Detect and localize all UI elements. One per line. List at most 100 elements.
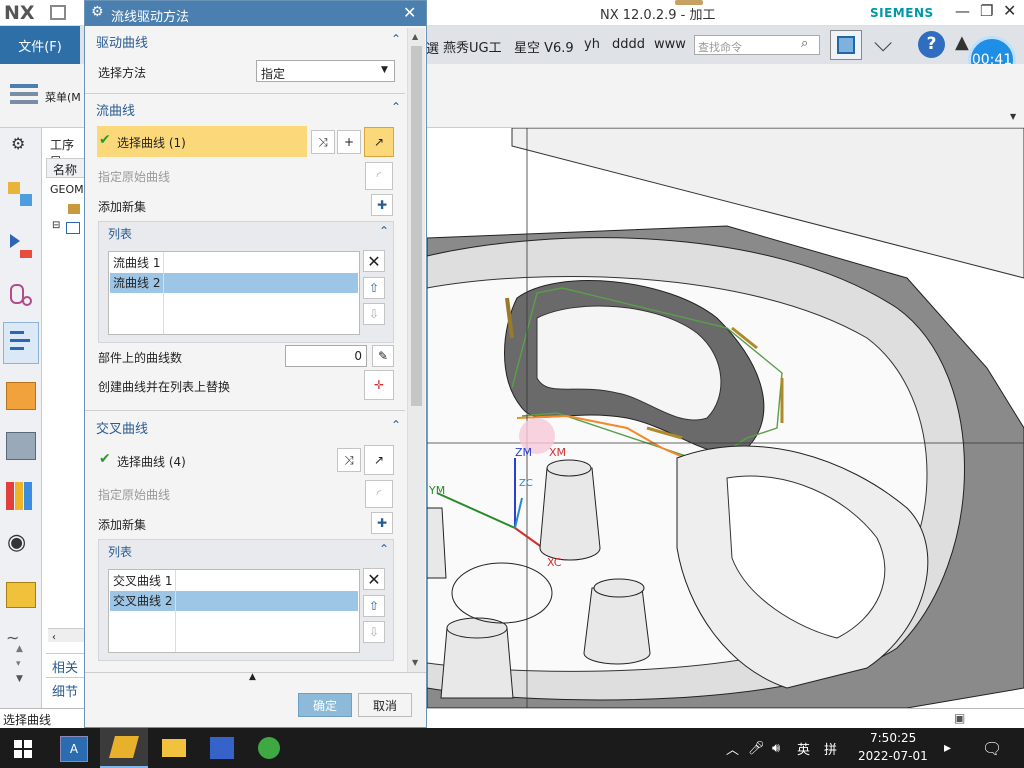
delete-icon[interactable]: ✕ bbox=[363, 568, 385, 590]
highlight-pen-icon[interactable]: ✎ bbox=[372, 345, 394, 367]
machine-tool-icon[interactable] bbox=[8, 232, 34, 258]
display-mode-icon[interactable] bbox=[830, 30, 862, 60]
section-drive-curve[interactable]: 驱动曲线 ⌃ bbox=[85, 29, 407, 53]
taskbar-nx-app-active[interactable] bbox=[100, 728, 148, 768]
origin-curve-icon[interactable]: ◜ bbox=[365, 480, 393, 508]
minimize-icon[interactable]: — bbox=[955, 2, 970, 20]
move-down-icon[interactable]: ⇩ bbox=[363, 621, 385, 643]
column-header-name[interactable]: 名称 bbox=[46, 158, 86, 178]
dialog-more-toggle[interactable]: ▲ bbox=[85, 672, 426, 684]
flow-list-item-selected[interactable]: 流曲线 2 bbox=[110, 273, 358, 293]
clock-time[interactable]: 7:50:25 bbox=[870, 731, 916, 745]
command-search-input[interactable]: 查找命令 ⌕ bbox=[694, 35, 820, 55]
folder-icon[interactable] bbox=[68, 204, 80, 214]
expand-more-icon[interactable]: ▲ bbox=[249, 672, 256, 682]
machine-library-icon[interactable] bbox=[6, 432, 36, 460]
quick-item-yanxiu[interactable]: 燕秀UG工 bbox=[443, 37, 502, 56]
cross-curve-list[interactable]: 交叉曲线 1 交叉曲线 2 bbox=[108, 569, 360, 653]
dropdown-arrow-icon[interactable]: ▼ bbox=[381, 65, 388, 75]
reverse-direction-icon[interactable]: ⤨ bbox=[311, 130, 335, 154]
program-order-icon[interactable] bbox=[8, 182, 34, 208]
cancel-button[interactable]: 取消 bbox=[358, 693, 412, 717]
ime-mode[interactable]: 拼 bbox=[824, 728, 837, 768]
curve-select-icon[interactable]: ↗ bbox=[364, 445, 394, 475]
browser-icon[interactable] bbox=[258, 737, 280, 759]
scroll-left-icon[interactable]: ‹ bbox=[48, 632, 56, 643]
menu-icon[interactable] bbox=[10, 84, 38, 106]
cross-list-item[interactable]: 交叉曲线 1 bbox=[110, 571, 358, 591]
flow-list-item[interactable]: 流曲线 1 bbox=[110, 253, 358, 273]
file-menu-button[interactable]: 文件(F) bbox=[0, 26, 80, 64]
scroll-down-arrow-icon[interactable]: ▼ bbox=[412, 658, 418, 667]
quick-item-dddd[interactable]: dddd bbox=[612, 37, 645, 52]
tray-expand-icon[interactable]: ︿ bbox=[726, 728, 739, 768]
section-cross-curves[interactable]: 交叉曲线 ⌃ bbox=[85, 415, 407, 439]
taskbar-app-icon-2[interactable] bbox=[210, 737, 234, 759]
scroll-mid-icon[interactable]: ▾ bbox=[16, 659, 21, 669]
view-fit-icon[interactable]: ▣ bbox=[954, 711, 965, 725]
flow-curve-select-row[interactable]: ✔ 选择曲线 (1) bbox=[97, 126, 307, 157]
curve-select-icon[interactable]: ↗ bbox=[364, 127, 394, 157]
eye-icon[interactable]: ◉ bbox=[7, 530, 26, 555]
reverse-direction-icon[interactable]: ⤨ bbox=[337, 448, 361, 472]
collapse-icon[interactable]: ⌃ bbox=[391, 32, 401, 46]
move-down-icon[interactable]: ⇩ bbox=[363, 303, 385, 325]
volume-icon[interactable]: 🔊︎ bbox=[772, 728, 780, 768]
horizontal-scrollbar[interactable]: ‹ bbox=[48, 628, 86, 643]
microphone-icon[interactable]: 🎤︎ bbox=[748, 728, 765, 768]
collapse-icon[interactable]: ⌃ bbox=[379, 224, 389, 238]
notification-icon[interactable]: 🗨︎ bbox=[982, 728, 1002, 768]
show-desktop-icon[interactable]: ▸ bbox=[944, 728, 951, 768]
mcs-node-icon[interactable] bbox=[66, 222, 80, 234]
quick-item-yh[interactable]: yh bbox=[584, 37, 600, 52]
collapse-icon[interactable]: ⌃ bbox=[379, 542, 389, 556]
add-set-icon[interactable]: ✚ bbox=[371, 194, 393, 216]
scroll-down-icon[interactable]: ▼ bbox=[16, 674, 23, 684]
graduation-cap-icon[interactable]: ▲ bbox=[955, 32, 969, 53]
search-icon[interactable]: ⌕ bbox=[801, 36, 808, 51]
ribbon-tab-fragment[interactable]: 選 bbox=[426, 38, 439, 57]
books-icon[interactable] bbox=[6, 482, 36, 510]
navigator-root-node[interactable]: GEOM bbox=[50, 183, 84, 196]
settings-gear-icon[interactable]: ⚙ bbox=[91, 4, 104, 20]
layers-icon[interactable] bbox=[6, 582, 36, 608]
dialog-close-icon[interactable]: ✕ bbox=[403, 3, 416, 22]
dialog-scrollbar[interactable]: ▲ ▼ bbox=[407, 28, 425, 672]
collapse-icon[interactable]: ⌃ bbox=[391, 100, 401, 114]
move-up-icon[interactable]: ⇧ bbox=[363, 595, 385, 617]
gear-icon[interactable]: ⚙ bbox=[11, 134, 25, 153]
menu-label[interactable]: 菜单(M bbox=[45, 89, 81, 105]
scrollbar-thumb[interactable] bbox=[411, 46, 422, 406]
graphics-viewport[interactable]: ZM XM YM ZC XC bbox=[427, 128, 1024, 708]
file-explorer-icon[interactable] bbox=[162, 739, 186, 757]
ime-language[interactable]: 英 bbox=[797, 728, 810, 768]
related-tab[interactable]: 相关 bbox=[46, 653, 86, 676]
origin-curve-icon[interactable]: ◜ bbox=[365, 162, 393, 190]
dropdown-arrow-icon[interactable]: ▼ bbox=[1010, 112, 1016, 121]
part-model-render[interactable] bbox=[427, 128, 1024, 708]
add-point-icon[interactable]: + bbox=[337, 130, 361, 154]
help-icon[interactable]: ? bbox=[918, 31, 945, 58]
close-window-icon[interactable]: ✕ bbox=[1003, 1, 1016, 20]
geometry-icon[interactable] bbox=[8, 282, 34, 310]
tool-library-icon[interactable] bbox=[6, 382, 36, 410]
taskbar-app-icon[interactable]: A bbox=[60, 736, 88, 762]
details-tab[interactable]: 细节 bbox=[46, 677, 86, 700]
save-icon[interactable] bbox=[50, 5, 66, 20]
collapse-icon[interactable]: ⌃ bbox=[391, 418, 401, 432]
delete-icon[interactable]: ✕ bbox=[363, 250, 385, 272]
scroll-up-arrow-icon[interactable]: ▲ bbox=[412, 32, 418, 41]
grip-icon[interactable] bbox=[675, 0, 703, 5]
curve-count-field[interactable]: 0 bbox=[285, 345, 367, 367]
quick-item-www[interactable]: www bbox=[654, 37, 686, 52]
create-curve-icon[interactable]: ✛ bbox=[364, 370, 394, 400]
chevron-down-icon[interactable]: ⌵ bbox=[874, 29, 892, 57]
ok-button[interactable]: 确定 bbox=[298, 693, 352, 717]
restore-icon[interactable]: ❐ bbox=[980, 2, 993, 20]
add-set-icon[interactable]: ✚ bbox=[371, 512, 393, 534]
flow-curve-list[interactable]: 流曲线 1 流曲线 2 bbox=[108, 251, 360, 335]
scroll-up-icon[interactable]: ▲ bbox=[16, 644, 23, 654]
selection-method-select[interactable]: 指定 ▼ bbox=[256, 60, 395, 82]
section-flow-curves[interactable]: 流曲线 ⌃ bbox=[85, 97, 407, 121]
tree-expand-icon[interactable]: ⊟ bbox=[52, 220, 60, 231]
